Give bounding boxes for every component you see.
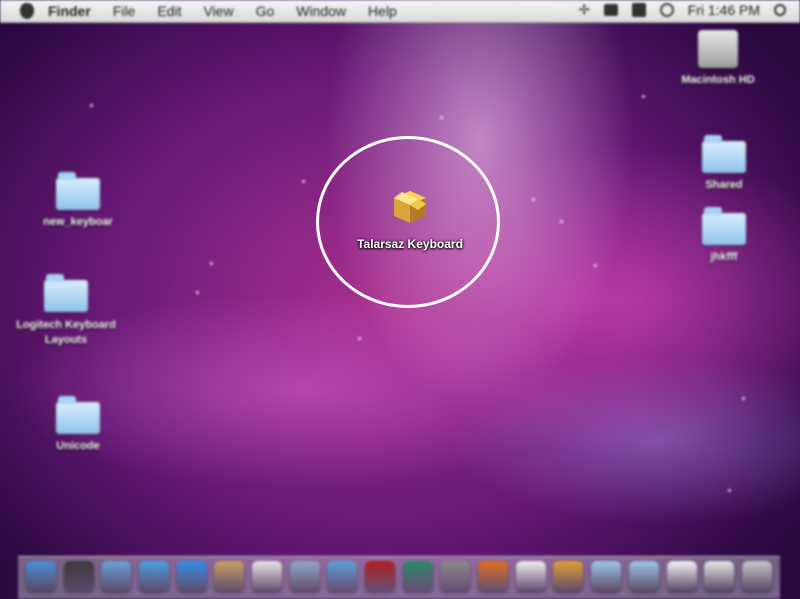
package-label: Talarsaz Keyboard <box>357 237 463 251</box>
system-preferences-icon[interactable] <box>440 561 471 591</box>
menu-go[interactable]: Go <box>256 3 275 19</box>
itunes-icon[interactable] <box>327 561 358 591</box>
folder-icon <box>56 396 100 434</box>
dock <box>18 556 780 599</box>
menu-finder[interactable]: Finder <box>48 3 91 19</box>
mail-stack-icon[interactable] <box>704 561 735 591</box>
shared-folder[interactable]: Shared <box>684 135 764 191</box>
preview-icon[interactable] <box>289 561 320 591</box>
hard-drive-icon <box>698 30 738 68</box>
menu-window[interactable]: Window <box>296 3 346 19</box>
menu-help[interactable]: Help <box>368 3 397 19</box>
dashboard-icon[interactable] <box>63 561 94 591</box>
folder-icon <box>702 207 746 245</box>
folder-icon <box>702 135 746 173</box>
menu-file[interactable]: File <box>113 3 136 19</box>
menu-edit[interactable]: Edit <box>157 3 181 19</box>
mail-icon[interactable] <box>101 561 132 591</box>
menu-bar: Finder File Edit View Go Window Help ✢ F… <box>0 0 800 23</box>
address-book-icon[interactable] <box>214 561 245 591</box>
menu-clock[interactable]: Fri 1:46 PM <box>688 2 760 18</box>
trash-icon[interactable] <box>741 561 772 591</box>
macintosh-hd-label: Macintosh HD <box>681 74 755 86</box>
spotlight-search-icon[interactable] <box>774 4 786 16</box>
ichat-icon[interactable] <box>176 561 207 591</box>
jhkfff-folder-label: jhkfff <box>710 251 738 263</box>
logitech-folder-label: Logitech Keyboard Layouts <box>16 319 116 346</box>
new-keyboard-folder-label: new_keyboar <box>43 216 113 228</box>
apple-menu-icon[interactable] <box>20 3 34 19</box>
logitech-keyboard-layouts-folder[interactable]: Logitech Keyboard Layouts <box>4 274 128 348</box>
folder-icon <box>44 274 88 312</box>
document-icon[interactable] <box>666 561 697 591</box>
applications-folder-icon[interactable] <box>591 561 622 591</box>
unicode-folder-label: Unicode <box>56 440 100 452</box>
finder-icon[interactable] <box>25 561 56 591</box>
new-keyboard-folder[interactable]: new_keyboar <box>30 172 126 228</box>
shared-folder-label: Shared <box>705 179 743 191</box>
menu-view[interactable]: View <box>203 3 233 19</box>
macintosh-hd[interactable]: Macintosh HD <box>668 30 768 86</box>
documents-folder-icon[interactable] <box>628 561 659 591</box>
talarsaz-keyboard-package[interactable]: Talarsaz Keyboard <box>350 186 470 251</box>
folder-icon <box>56 172 100 210</box>
display-icon[interactable] <box>603 4 618 16</box>
package-icon <box>394 191 426 223</box>
unicode-folder[interactable]: Unicode <box>30 396 126 452</box>
bluetooth-icon[interactable]: ✢ <box>579 2 590 18</box>
time-machine-icon[interactable] <box>402 561 433 591</box>
safari-icon[interactable] <box>138 561 169 591</box>
time-machine-menu-icon[interactable] <box>659 3 674 17</box>
package-icon[interactable] <box>553 561 584 591</box>
textedit-icon[interactable] <box>515 561 546 591</box>
ical-icon[interactable] <box>251 561 282 591</box>
input-menu-icon[interactable] <box>631 3 646 17</box>
firefox-icon[interactable] <box>478 561 509 591</box>
photo-booth-icon[interactable] <box>365 561 396 591</box>
jhkfff-folder[interactable]: jhkfff <box>684 207 764 263</box>
